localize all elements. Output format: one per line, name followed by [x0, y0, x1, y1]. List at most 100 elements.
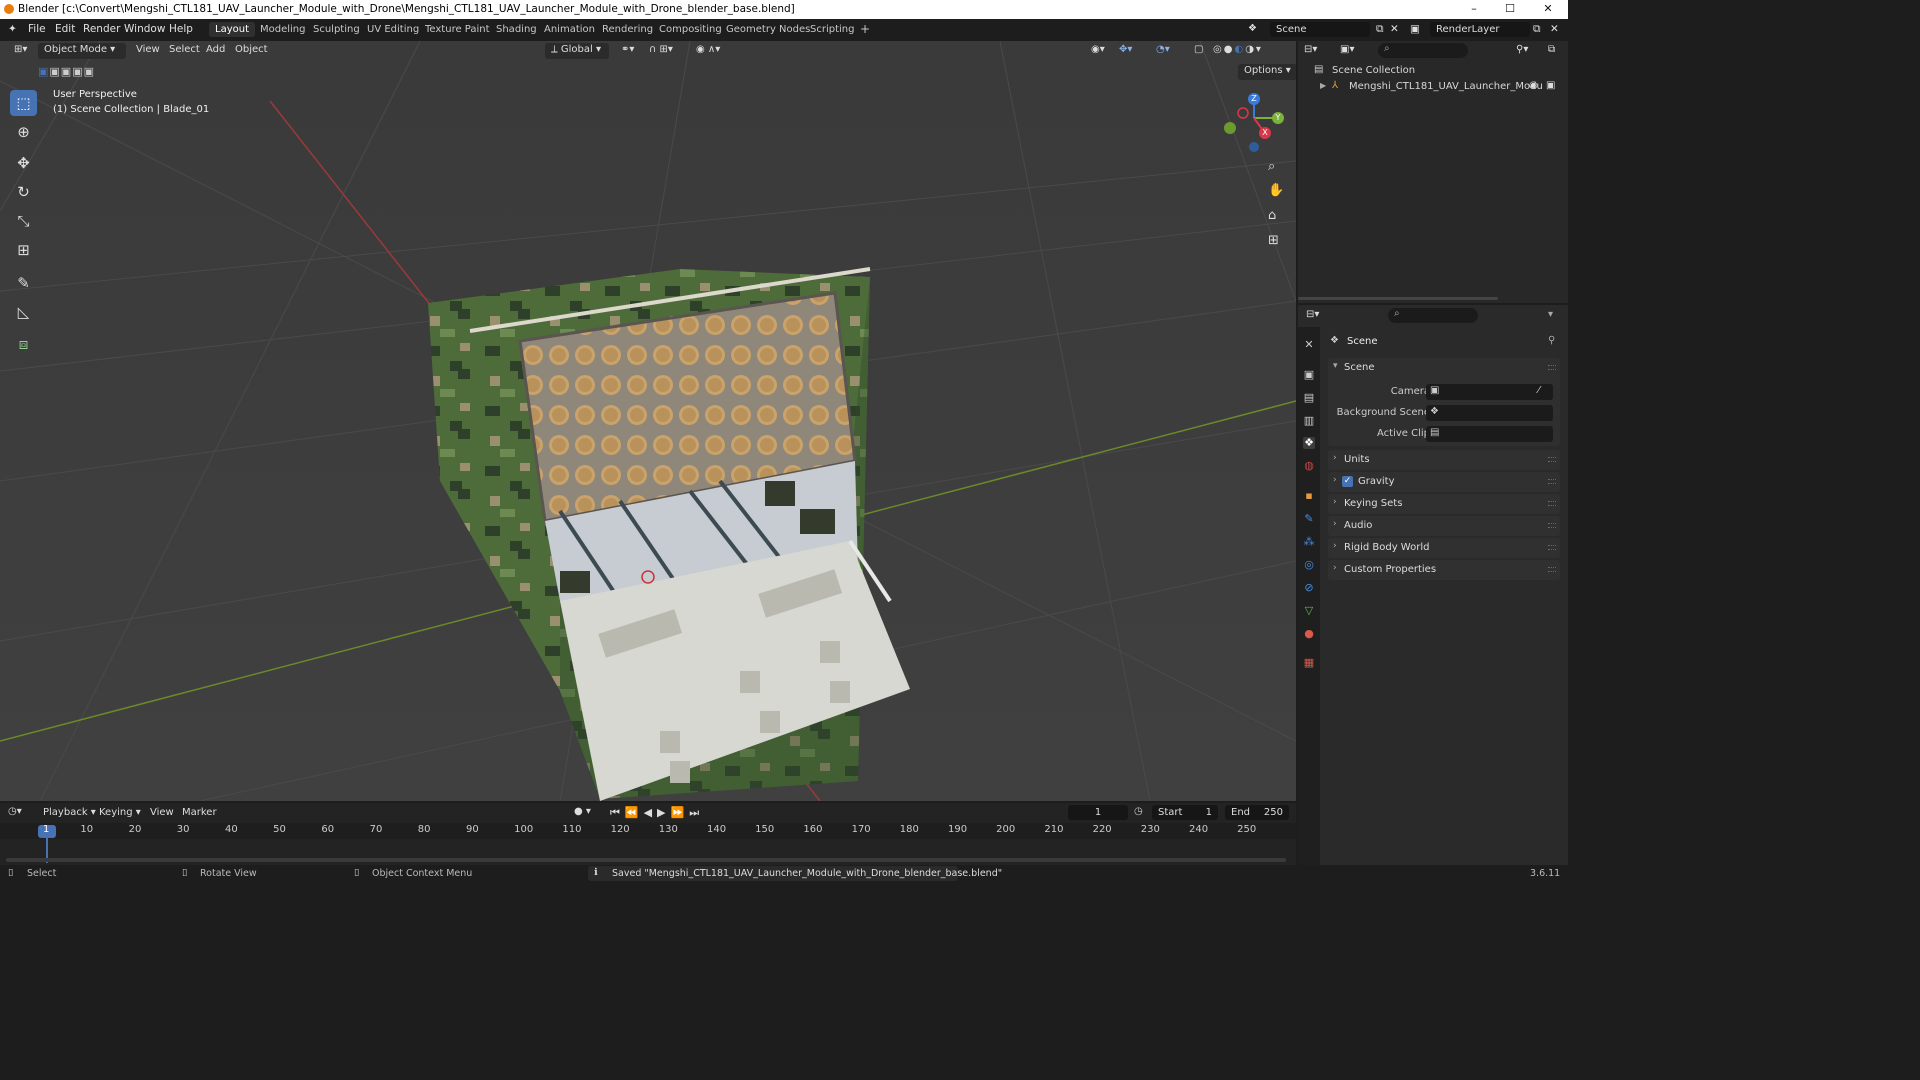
expand-arrow-icon[interactable]: ▶: [1320, 81, 1326, 90]
tab-geometry-nodes[interactable]: Geometry Nodes: [720, 22, 816, 37]
cursor-tool-icon[interactable]: ⊕: [10, 119, 37, 145]
start-frame-field[interactable]: Start 1: [1152, 805, 1218, 820]
gravity-checkbox[interactable]: ✓: [1342, 476, 1353, 487]
keying-sets-grip-icon[interactable]: [1548, 501, 1556, 506]
remove-scene-icon[interactable]: ✕: [1390, 23, 1399, 35]
view-layer-tab-icon[interactable]: ▥: [1303, 415, 1315, 427]
proportional-edit-icon[interactable]: ◉ ∧▾: [690, 43, 726, 59]
overlays-icon[interactable]: ◔▾: [1150, 43, 1176, 59]
tab-texture-paint[interactable]: Texture Paint: [419, 22, 496, 37]
custom-properties-grip-icon[interactable]: [1548, 567, 1556, 572]
scene-collection-label[interactable]: Scene Collection: [1332, 65, 1415, 76]
tab-scripting[interactable]: Scripting: [804, 22, 860, 37]
menu-help[interactable]: Help: [169, 23, 193, 35]
add-cube-tool-icon[interactable]: ⧈: [10, 331, 37, 357]
timeline-menu-marker[interactable]: Marker: [182, 807, 217, 818]
pan-hand-icon[interactable]: ✋: [1268, 183, 1284, 198]
move-tool-icon[interactable]: ✥: [10, 150, 37, 176]
modifier-tab-icon[interactable]: ✎: [1303, 513, 1315, 525]
gravity-panel[interactable]: › ✓ Gravity: [1328, 472, 1560, 492]
active-clip-field[interactable]: ▤: [1426, 426, 1553, 442]
pivot-icon[interactable]: ⚭▾: [615, 43, 640, 59]
new-collection-icon[interactable]: ⧉: [1548, 44, 1555, 55]
scene-panel-title[interactable]: Scene: [1344, 362, 1375, 373]
current-frame-field[interactable]: 1: [1068, 805, 1128, 820]
background-scene-field[interactable]: ❖: [1426, 405, 1553, 421]
tab-uv-editing[interactable]: UV Editing: [361, 22, 425, 37]
annotate-tool-icon[interactable]: ✎: [10, 270, 37, 296]
constraints-tab-icon[interactable]: ⊘: [1303, 582, 1315, 594]
scene-panel-chevron-icon[interactable]: ▾: [1333, 361, 1338, 371]
timeline-menu-playback[interactable]: Playback ▾: [43, 807, 96, 818]
tab-layout[interactable]: Layout: [209, 22, 255, 37]
object-tab-icon[interactable]: ▪: [1303, 490, 1315, 502]
panel-grip-icon[interactable]: [1548, 365, 1556, 370]
physics-tab-icon[interactable]: ◎: [1303, 559, 1315, 571]
display-mode-icon[interactable]: ▣▾: [1340, 44, 1354, 55]
menu-file[interactable]: File: [28, 23, 46, 35]
properties-search-input[interactable]: ⌕: [1388, 308, 1478, 323]
add-workspace-button[interactable]: +: [854, 20, 876, 38]
viewport-menu-object[interactable]: Object: [229, 43, 274, 59]
measure-tool-icon[interactable]: ◺: [10, 299, 37, 325]
units-grip-icon[interactable]: [1548, 457, 1556, 462]
outliner-search-input[interactable]: ⌕: [1378, 43, 1468, 58]
gizmo-z-axis[interactable]: Z: [1248, 93, 1260, 105]
scale-tool-icon[interactable]: ⤡: [10, 208, 37, 234]
ortho-grid-icon[interactable]: ⊞: [1268, 233, 1279, 248]
units-panel[interactable]: › Units: [1328, 450, 1560, 470]
gravity-grip-icon[interactable]: [1548, 479, 1556, 484]
camera-field[interactable]: ▣ ⁄: [1426, 384, 1553, 400]
output-tab-icon[interactable]: ▤: [1303, 392, 1315, 404]
audio-grip-icon[interactable]: [1548, 523, 1556, 528]
tool-tab-icon[interactable]: ✕: [1303, 339, 1315, 351]
texture-tab-icon[interactable]: ▦: [1303, 657, 1315, 669]
selection-mode-icons[interactable]: ▣▣▣▣▣: [38, 65, 95, 78]
outliner-item[interactable]: Mengshi_CTL181_UAV_Launcher_Modu: [1349, 81, 1543, 92]
shading-modes-icon[interactable]: ◎●◐◑▾: [1207, 43, 1269, 59]
orientation-dropdown[interactable]: ⟂ Global ▾: [545, 43, 609, 59]
menu-render[interactable]: Render: [83, 23, 120, 35]
preview-range-icon[interactable]: ◷: [1134, 806, 1143, 817]
custom-properties-panel[interactable]: › Custom Properties: [1328, 560, 1560, 580]
rotate-tool-icon[interactable]: ↻: [10, 179, 37, 205]
timeline-editor-icon[interactable]: ◷▾: [8, 806, 22, 817]
3d-viewport[interactable]: Z Y X ⊞▾ Object Mode ▾ View Select Add O…: [0, 41, 1296, 801]
object-mode-dropdown[interactable]: Object Mode ▾: [38, 43, 126, 59]
eye-visibility-icon[interactable]: ◉: [1529, 80, 1538, 91]
menu-window[interactable]: Window: [124, 23, 165, 35]
tab-compositing[interactable]: Compositing: [653, 22, 728, 37]
filter-icon[interactable]: ⚲▾: [1516, 44, 1528, 55]
rigid-body-grip-icon[interactable]: [1548, 545, 1556, 550]
tab-modeling[interactable]: Modeling: [254, 22, 312, 37]
options-dropdown[interactable]: Options ▾: [1238, 64, 1296, 80]
tab-sculpting[interactable]: Sculpting: [307, 22, 366, 37]
properties-editor-icon[interactable]: ⊟▾: [1306, 309, 1319, 320]
select-box-tool-icon[interactable]: ⬚: [10, 90, 37, 116]
gizmo-y-axis[interactable]: Y: [1272, 112, 1284, 124]
gizmo-toggle-icon[interactable]: ✥▾: [1113, 43, 1138, 59]
outliner-editor-icon[interactable]: ⊟▾: [1304, 44, 1317, 55]
timeline-menu-view[interactable]: View: [150, 807, 174, 818]
world-tab-icon[interactable]: ◍: [1303, 460, 1315, 472]
scene-selector[interactable]: Scene: [1270, 22, 1370, 37]
blender-menu-icon[interactable]: ✦: [8, 23, 17, 35]
snap-icon[interactable]: ∩ ⊞▾: [643, 43, 679, 59]
tab-shading[interactable]: Shading: [490, 22, 543, 37]
new-scene-icon[interactable]: ⧉: [1376, 23, 1384, 36]
render-tab-icon[interactable]: ▣: [1303, 369, 1315, 381]
new-layer-icon[interactable]: ⧉: [1533, 23, 1541, 36]
renderlayer-selector[interactable]: RenderLayer: [1430, 22, 1530, 37]
timeline-menu-keying[interactable]: Keying ▾: [99, 807, 141, 818]
outliner-scrollbar[interactable]: [1298, 297, 1498, 300]
minimize-button[interactable]: –: [1466, 2, 1482, 16]
auto-keying-icon[interactable]: ● ▾: [574, 806, 591, 817]
camera-view-icon[interactable]: ⌂: [1268, 208, 1276, 223]
rigid-body-world-panel[interactable]: › Rigid Body World: [1328, 538, 1560, 558]
editor-type-icon[interactable]: ⊞▾: [8, 43, 33, 59]
scene-tab-icon[interactable]: ❖: [1303, 437, 1315, 449]
eyedropper-icon[interactable]: ⁄: [1538, 385, 1540, 396]
zoom-icon[interactable]: ⌕: [1268, 159, 1275, 174]
playback-controls-icons[interactable]: ⏮⏪◀▶⏩⏭: [610, 806, 704, 820]
visibility-icon[interactable]: ◉▾: [1085, 43, 1111, 59]
